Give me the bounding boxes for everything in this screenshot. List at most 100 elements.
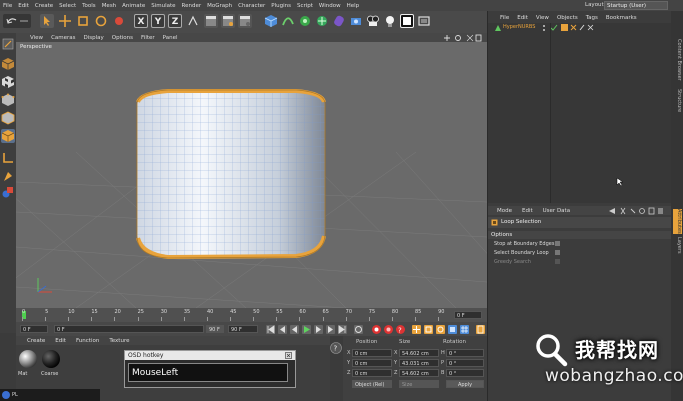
go-to-end-button[interactable]	[338, 325, 347, 334]
viewport-menu-display[interactable]: Display	[80, 35, 108, 41]
object-menu-view[interactable]: View	[532, 15, 553, 21]
play-button[interactable]	[302, 325, 311, 334]
previous-key-button[interactable]	[278, 325, 287, 334]
checkbox-stop-at-boundary[interactable]	[555, 241, 560, 246]
menu-script[interactable]: Script	[294, 3, 316, 9]
next-key-button[interactable]	[326, 325, 335, 334]
object-menu-file[interactable]: File	[496, 15, 513, 21]
menu-create[interactable]: Create	[32, 3, 56, 9]
z-axis-button[interactable]: Z	[168, 14, 182, 28]
viewport-menu-view[interactable]: View	[26, 35, 47, 41]
edges-mode-button[interactable]	[1, 111, 15, 125]
apply-button[interactable]: Apply	[446, 380, 484, 388]
start-frame-field[interactable]: 0 F	[20, 325, 48, 333]
object-menu-objects[interactable]: Objects	[553, 15, 582, 21]
material-menu-texture[interactable]: Texture	[104, 338, 134, 344]
rotation-b-field[interactable]: 0 °	[446, 369, 484, 377]
rotation-key-button[interactable]	[436, 325, 445, 334]
tweak-mode-button[interactable]	[1, 169, 15, 183]
enabled-check-icon[interactable]	[550, 24, 558, 32]
size-x-field[interactable]: 54.602 cm	[399, 349, 439, 357]
render-picture-viewer-button[interactable]	[221, 14, 235, 28]
perspective-viewport[interactable]	[16, 42, 487, 308]
timeline-ruler[interactable]: 0 5 10 15 20 25 30 35 40 45 50 55 60 65 70 75 80 85 90 0 F	[16, 308, 487, 322]
material-slot-mat[interactable]: Mat	[18, 349, 38, 377]
tab-content-browser[interactable]: Content Browser	[673, 39, 682, 81]
move-tool-button[interactable]	[58, 14, 72, 28]
menu-simulate[interactable]: Simulate	[148, 3, 178, 9]
y-axis-button[interactable]: Y	[151, 14, 165, 28]
preview-range-slider[interactable]: 0 F	[54, 325, 204, 333]
material-menu-edit[interactable]: Edit	[50, 338, 71, 344]
scene-button[interactable]	[349, 14, 363, 28]
point-level-key-button[interactable]	[460, 325, 469, 334]
viewport-menu-cameras[interactable]: Cameras	[47, 35, 79, 41]
attribute-menu-user-data[interactable]: User Data	[538, 208, 575, 214]
viewport-menu-filter[interactable]: Filter	[137, 35, 159, 41]
attribute-menu-mode[interactable]: Mode	[492, 208, 517, 214]
object-menu-tags[interactable]: Tags	[582, 15, 602, 21]
size-z-field[interactable]: 54.602 cm	[399, 369, 439, 377]
menu-render[interactable]: Render	[179, 3, 205, 9]
taskbar-app-icon[interactable]	[2, 391, 10, 399]
recent-tools-button[interactable]	[112, 14, 126, 28]
attribute-nav-icons[interactable]	[607, 207, 667, 215]
menu-select[interactable]: Select	[56, 3, 79, 9]
scheme-button[interactable]	[476, 325, 485, 334]
snap-button[interactable]	[417, 14, 431, 28]
record-active-button[interactable]	[372, 325, 381, 334]
end-frame-field[interactable]: 90 F	[228, 325, 258, 333]
cube-primitive-button[interactable]	[264, 14, 278, 28]
menu-character[interactable]: Character	[235, 3, 268, 9]
light-button[interactable]	[383, 14, 397, 28]
parameter-key-button[interactable]	[448, 325, 457, 334]
current-frame-field[interactable]: 0 F	[454, 311, 482, 319]
coordinate-system-button[interactable]	[186, 14, 200, 28]
workplane-button[interactable]	[1, 185, 15, 199]
camera-button[interactable]	[366, 14, 380, 28]
x-axis-button[interactable]: X	[134, 14, 148, 28]
tab-attributes[interactable]: Attributes	[673, 209, 682, 234]
scale-key-button[interactable]	[424, 325, 433, 334]
object-tags[interactable]	[560, 23, 594, 32]
make-editable-button[interactable]	[1, 37, 15, 51]
keyframe-selection-button[interactable]: ?	[396, 325, 405, 335]
object-menu-bookmarks[interactable]: Bookmarks	[602, 15, 641, 21]
rotation-p-field[interactable]: 0 °	[446, 359, 484, 367]
array-button[interactable]	[315, 14, 329, 28]
rotate-tool-button[interactable]	[94, 14, 108, 28]
size-y-field[interactable]: 43.031 cm	[399, 359, 439, 367]
menu-window[interactable]: Window	[316, 3, 344, 9]
material-menu-create[interactable]: Create	[22, 338, 50, 344]
material-menu-function[interactable]: Function	[71, 338, 104, 344]
viewport-nav-controls[interactable]	[442, 34, 482, 44]
visibility-dots-icon[interactable]	[542, 24, 550, 32]
tab-structure[interactable]: Structure	[673, 89, 682, 112]
next-frame-button[interactable]	[314, 325, 323, 334]
texture-mode-button[interactable]	[1, 75, 15, 89]
position-z-field[interactable]: 0 cm	[352, 369, 392, 377]
go-to-start-button[interactable]	[266, 325, 275, 334]
checkbox-greedy-search[interactable]	[555, 259, 560, 264]
position-key-button[interactable]	[412, 325, 421, 334]
menu-edit[interactable]: Edit	[15, 3, 32, 9]
viewport-menu-options[interactable]: Options	[108, 35, 137, 41]
model-mode-button[interactable]	[1, 57, 15, 71]
object-menu-edit[interactable]: Edit	[513, 15, 532, 21]
object-list[interactable]: HyperNURBS	[488, 23, 671, 203]
menu-tools[interactable]: Tools	[79, 3, 99, 9]
object-row-hypernurbs[interactable]: HyperNURBS	[488, 23, 671, 32]
menu-animate[interactable]: Animate	[119, 3, 148, 9]
scale-tool-button[interactable]	[76, 14, 90, 28]
live-selection-button[interactable]	[40, 14, 54, 28]
coordinates-help-button[interactable]: ?	[330, 342, 342, 354]
menu-file[interactable]: File	[0, 3, 15, 9]
position-y-field[interactable]: 0 cm	[352, 359, 392, 367]
size-mode-select[interactable]: Size	[399, 380, 439, 388]
checkbox-select-boundary-loop[interactable]	[555, 250, 560, 255]
points-mode-button[interactable]	[1, 93, 15, 107]
attribute-menu-edit[interactable]: Edit	[517, 208, 538, 214]
spline-pen-button[interactable]	[281, 14, 295, 28]
menu-help[interactable]: Help	[344, 3, 363, 9]
coordinate-mode-select[interactable]: Object (Rel)	[352, 380, 392, 388]
